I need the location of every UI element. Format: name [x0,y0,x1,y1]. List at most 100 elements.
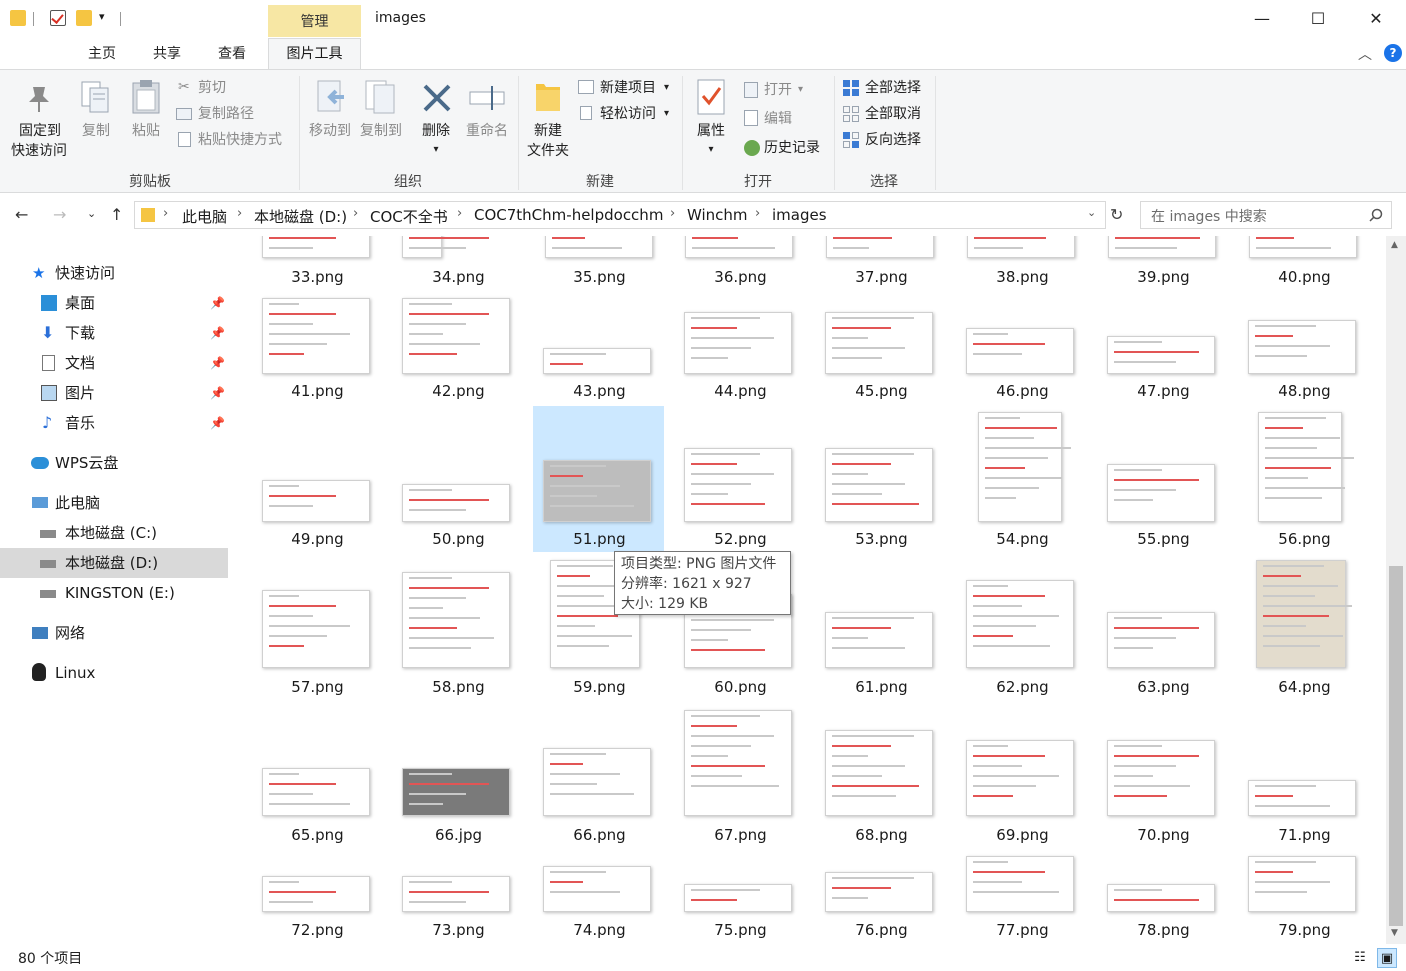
file-name[interactable]: 47.png [1093,382,1234,400]
file-thumbnail[interactable] [825,448,933,522]
nav-quick-access[interactable]: ★ 快速访问 [0,258,228,288]
file-name[interactable]: 43.png [529,382,670,400]
file-name[interactable]: 62.png [952,678,1093,696]
file-thumbnail[interactable] [978,412,1071,522]
copy-path-button[interactable]: 复制路径 [198,103,254,125]
nav-linux[interactable]: Linux [0,658,228,688]
file-thumbnail[interactable] [684,448,792,522]
scrollbar-thumb[interactable] [1389,566,1403,926]
paste-button[interactable]: 粘贴 [127,121,165,141]
file-name[interactable]: 36.png [670,268,811,286]
file-name[interactable]: 33.png [247,268,388,286]
chevron-right-icon[interactable]: › [163,206,168,221]
nav-wps-cloud[interactable]: WPS云盘 [0,448,228,478]
chevron-right-icon[interactable]: › [237,206,242,221]
select-all-button[interactable]: 全部选择 [865,77,921,99]
file-thumbnail[interactable] [1256,560,1352,668]
file-name[interactable]: 35.png [529,268,670,286]
file-thumbnail[interactable] [684,884,792,912]
pin-to-quick-access-line2[interactable]: 快速访问 [6,141,72,161]
breadcrumb-coc[interactable]: COC不全书 [370,206,448,227]
tab-picture-tools[interactable]: 图片工具 [268,38,361,70]
new-folder-button-line1[interactable]: 新建 [526,121,570,141]
cut-button[interactable]: 剪切 [198,77,226,99]
file-thumbnail[interactable] [825,872,933,912]
address-dropdown-icon[interactable]: ⌄ [1087,206,1096,219]
file-thumbnail[interactable] [1248,780,1356,816]
file-thumbnail[interactable] [966,740,1074,816]
file-name[interactable]: 40.png [1234,268,1375,286]
file-thumbnail[interactable] [262,480,370,522]
new-item-dropdown-icon[interactable]: ▾ [664,77,669,99]
invert-selection-button[interactable]: 反向选择 [865,129,921,151]
folder-icon[interactable] [10,10,26,26]
file-name[interactable]: 61.png [811,678,952,696]
file-thumbnail[interactable] [543,348,651,374]
copy-to-button[interactable]: 复制到 [356,121,406,141]
paste-shortcut-button[interactable]: 粘贴快捷方式 [198,129,282,151]
file-name[interactable]: 69.png [952,826,1093,844]
file-name[interactable]: 77.png [952,921,1093,939]
file-thumbnail[interactable] [543,460,651,522]
nav-documents[interactable]: 文档 📌 [0,348,228,378]
copy-button[interactable]: 复制 [78,121,114,141]
collapse-ribbon-icon[interactable]: ︿ [1358,44,1372,64]
file-thumbnail[interactable] [402,572,510,668]
properties-dropdown-icon[interactable]: ▾ [703,140,719,160]
file-thumbnail[interactable] [684,312,792,374]
file-thumbnail[interactable] [262,768,370,816]
easy-access-button[interactable]: 轻松访问 [600,103,656,125]
vertical-scrollbar[interactable]: ▲ ▼ [1386,236,1406,944]
file-thumbnail[interactable] [543,866,651,912]
file-name[interactable]: 71.png [1234,826,1375,844]
file-thumbnail[interactable] [1107,740,1215,816]
breadcrumb-images[interactable]: images [772,206,827,224]
file-thumbnail[interactable] [402,484,510,522]
file-thumbnail[interactable] [1249,236,1357,258]
tab-home[interactable]: 主页 [86,42,118,68]
chevron-right-icon[interactable]: › [755,206,760,221]
nav-network[interactable]: 网络 [0,618,228,648]
file-name[interactable]: 50.png [388,530,529,548]
file-name[interactable]: 66.png [529,826,670,844]
file-name[interactable]: 73.png [388,921,529,939]
open-dropdown-icon[interactable]: ▾ [798,79,803,101]
file-thumbnail[interactable] [402,298,510,374]
nav-drive-e[interactable]: KINGSTON (E:) [0,578,228,608]
forward-arrow-icon[interactable]: → [53,205,66,224]
file-name[interactable]: 49.png [247,530,388,548]
file-name[interactable]: 67.png [670,826,811,844]
file-name[interactable]: 68.png [811,826,952,844]
open-button[interactable]: 打开 [764,79,792,101]
manage-tab[interactable]: 管理 [268,5,361,37]
file-name[interactable]: 76.png [811,921,952,939]
file-name[interactable]: 79.png [1234,921,1375,939]
large-icons-view-icon[interactable]: ▣ [1377,948,1397,968]
file-name[interactable]: 53.png [811,530,952,548]
nav-drive-d[interactable]: 本地磁盘 (D:) [0,548,228,578]
file-name[interactable]: 65.png [247,826,388,844]
file-name[interactable]: 42.png [388,382,529,400]
up-arrow-icon[interactable]: ↑ [110,205,123,224]
rename-button[interactable]: 重命名 [462,121,512,141]
file-name[interactable]: 41.png [247,382,388,400]
file-thumbnail[interactable] [966,328,1074,374]
breadcrumb-winchm[interactable]: Winchm [687,206,748,224]
new-folder-quick-icon[interactable] [76,10,92,26]
file-thumbnail[interactable] [825,312,933,374]
nav-downloads[interactable]: ⬇ 下载 📌 [0,318,228,348]
file-thumbnail[interactable] [1248,320,1356,374]
file-name[interactable]: 57.png [247,678,388,696]
file-name[interactable]: 75.png [670,921,811,939]
file-thumbnail[interactable] [1108,236,1216,258]
file-name[interactable]: 37.png [811,268,952,286]
file-name[interactable]: 44.png [670,382,811,400]
delete-dropdown-icon[interactable]: ▾ [428,140,444,160]
file-name[interactable]: 48.png [1234,382,1375,400]
nav-this-pc[interactable]: 此电脑 [0,488,228,518]
maximize-button[interactable]: ☐ [1290,0,1346,38]
breadcrumb-drive-d[interactable]: 本地磁盘 (D:) [254,206,347,227]
scroll-down-icon[interactable]: ▼ [1391,928,1398,938]
file-name[interactable]: 51.png [529,530,670,548]
file-name[interactable]: 56.png [1234,530,1375,548]
